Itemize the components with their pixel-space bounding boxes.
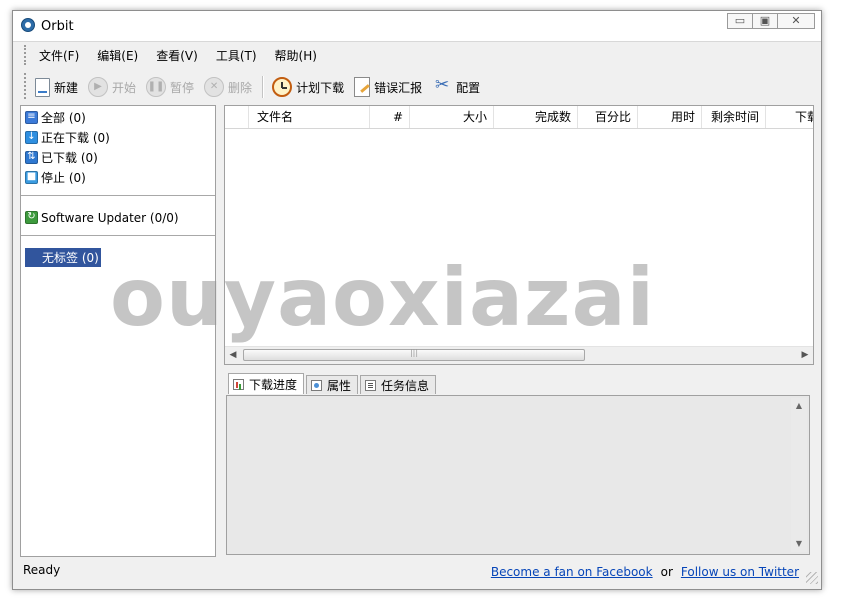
twitter-link[interactable]: Follow us on Twitter bbox=[681, 565, 799, 579]
vertical-scrollbar[interactable]: ▲ ▼ bbox=[791, 398, 807, 552]
tab-label: 下载进度 bbox=[249, 377, 298, 392]
config-button[interactable]: ✂ 配置 bbox=[432, 75, 481, 97]
scroll-right-icon[interactable]: ▶ bbox=[797, 347, 813, 364]
scroll-up-icon[interactable]: ▲ bbox=[791, 398, 807, 414]
column-header-filename[interactable]: 文件名 bbox=[249, 106, 370, 128]
category-sidebar: ≡ 全部 (0) ↓ 正在下载 (0) ⇅ 已下载 (0) ■ 停止 (0) ↻… bbox=[20, 105, 216, 557]
tab-properties[interactable]: 属性 bbox=[306, 375, 359, 394]
resize-grip[interactable] bbox=[806, 572, 818, 584]
sidebar-item-all[interactable]: ≡ 全部 (0) bbox=[25, 108, 88, 127]
tab-label: 任务信息 bbox=[381, 378, 430, 393]
new-button[interactable]: 新建 bbox=[35, 77, 79, 97]
sidebar-divider bbox=[21, 195, 215, 196]
clock-icon bbox=[272, 77, 293, 97]
tools-icon: ✂ bbox=[434, 75, 450, 95]
sidebar-item-label: 无标签 (0) bbox=[42, 251, 99, 265]
bar-chart-icon bbox=[233, 378, 244, 390]
column-header-index[interactable]: # bbox=[370, 106, 410, 128]
window-controls: ▭ ▣ ✕ bbox=[727, 13, 815, 29]
schedule-label: 计划下载 bbox=[296, 80, 345, 95]
delete-button[interactable]: ✕ 删除 bbox=[204, 77, 252, 97]
sidebar-divider bbox=[21, 235, 215, 236]
download-arrow-icon: ↓ bbox=[25, 131, 38, 144]
tab-label: 属性 bbox=[327, 378, 352, 393]
status-text: Ready bbox=[23, 563, 61, 577]
menu-tools[interactable]: 工具(T) bbox=[216, 47, 257, 64]
sidebar-item-label: 正在下载 (0) bbox=[41, 131, 110, 145]
facebook-link[interactable]: Become a fan on Facebook bbox=[491, 565, 653, 579]
detail-tabs: 下载进度 属性 任务信息 bbox=[228, 373, 438, 395]
sidebar-item-label: Software Updater (0/0) bbox=[41, 210, 179, 225]
title-bar[interactable]: Orbit ▭ ▣ ✕ bbox=[13, 11, 821, 41]
close-icon: ✕ bbox=[791, 14, 801, 27]
pause-label: 暂停 bbox=[170, 80, 195, 95]
report-icon bbox=[354, 77, 371, 97]
orbit-logo-icon bbox=[21, 18, 35, 32]
column-header-completed[interactable]: 完成数 bbox=[494, 106, 578, 128]
download-list[interactable]: 文件名 # 大小 完成数 百分比 用时 剩余时间 下载 ◀ ||| ▶ bbox=[224, 105, 814, 365]
column-header-remaining[interactable]: 剩余时间 bbox=[702, 106, 766, 128]
menu-grip[interactable] bbox=[24, 45, 26, 65]
toolbar: 新建 ▶ 开始 ❚❚ 暂停 ✕ 删除 计划下载 错误汇报 ✂ 配置 bbox=[13, 68, 821, 104]
scroll-left-icon[interactable]: ◀ bbox=[225, 347, 241, 364]
close-button[interactable]: ✕ bbox=[777, 13, 815, 29]
status-bar: Ready Become a fan on Facebook or Follow… bbox=[13, 559, 821, 587]
list-header: 文件名 # 大小 完成数 百分比 用时 剩余时间 下载 bbox=[225, 106, 813, 129]
schedule-button[interactable]: 计划下载 bbox=[272, 77, 344, 97]
column-header-size[interactable]: 大小 bbox=[410, 106, 494, 128]
properties-icon bbox=[311, 379, 323, 391]
column-header-speed[interactable]: 下载 bbox=[766, 106, 813, 128]
sidebar-item-downloading[interactable]: ↓ 正在下载 (0) bbox=[25, 128, 112, 147]
toolbar-grip[interactable] bbox=[24, 73, 26, 99]
tag-icon bbox=[25, 251, 39, 264]
list-icon: ≡ bbox=[25, 111, 38, 124]
menu-file[interactable]: 文件(F) bbox=[39, 47, 79, 64]
scroll-thumb[interactable]: ||| bbox=[243, 348, 585, 361]
maximize-icon: ▣ bbox=[759, 14, 771, 27]
tab-task-info[interactable]: 任务信息 bbox=[360, 375, 437, 394]
document-icon bbox=[365, 379, 377, 391]
downloaded-icon: ⇅ bbox=[25, 151, 38, 164]
start-label: 开始 bbox=[112, 80, 137, 95]
delete-label: 删除 bbox=[228, 80, 253, 95]
horizontal-scrollbar[interactable]: ◀ ||| ▶ bbox=[225, 346, 813, 364]
report-label: 错误汇报 bbox=[374, 80, 423, 95]
pause-button[interactable]: ❚❚ 暂停 bbox=[146, 77, 194, 97]
menu-edit[interactable]: 编辑(E) bbox=[97, 47, 138, 64]
minimize-icon: ▭ bbox=[734, 14, 746, 27]
app-window: Orbit ▭ ▣ ✕ 文件(F) 编辑(E) 查看(V) 工具(T) 帮助(H… bbox=[12, 10, 822, 590]
menu-help[interactable]: 帮助(H) bbox=[275, 47, 317, 64]
new-label: 新建 bbox=[54, 80, 79, 95]
column-header-percent[interactable]: 百分比 bbox=[578, 106, 638, 128]
scroll-down-icon[interactable]: ▼ bbox=[791, 536, 807, 552]
toolbar-separator bbox=[262, 76, 265, 98]
stop-icon: ■ bbox=[25, 171, 38, 184]
start-button[interactable]: ▶ 开始 bbox=[88, 77, 136, 97]
column-header-status[interactable] bbox=[225, 106, 249, 128]
sidebar-item-stopped[interactable]: ■ 停止 (0) bbox=[25, 168, 88, 187]
menu-bar: 文件(F) 编辑(E) 查看(V) 工具(T) 帮助(H) bbox=[13, 41, 821, 69]
config-label: 配置 bbox=[456, 80, 481, 95]
sidebar-item-downloaded[interactable]: ⇅ 已下载 (0) bbox=[25, 148, 100, 167]
tab-download-progress[interactable]: 下载进度 bbox=[228, 373, 305, 394]
play-icon: ▶ bbox=[88, 77, 109, 97]
status-or-text: or bbox=[660, 565, 673, 579]
maximize-button[interactable]: ▣ bbox=[752, 13, 778, 29]
detail-panel: ▲ ▼ bbox=[226, 395, 810, 555]
report-button[interactable]: 错误汇报 bbox=[354, 77, 422, 97]
sidebar-item-software-updater[interactable]: ↻ Software Updater (0/0) bbox=[25, 208, 181, 227]
minimize-button[interactable]: ▭ bbox=[727, 13, 753, 29]
delete-icon: ✕ bbox=[204, 77, 225, 97]
sidebar-item-no-tag[interactable]: 无标签 (0) bbox=[25, 248, 101, 267]
sidebar-item-label: 停止 (0) bbox=[41, 171, 86, 185]
sidebar-item-label: 全部 (0) bbox=[41, 111, 86, 125]
sidebar-item-label: 已下载 (0) bbox=[41, 151, 98, 165]
menu-view[interactable]: 查看(V) bbox=[156, 47, 198, 64]
new-document-icon bbox=[35, 77, 50, 97]
pause-icon: ❚❚ bbox=[146, 77, 167, 97]
column-header-elapsed[interactable]: 用时 bbox=[638, 106, 702, 128]
refresh-icon: ↻ bbox=[25, 211, 38, 224]
window-title: Orbit bbox=[41, 19, 74, 34]
